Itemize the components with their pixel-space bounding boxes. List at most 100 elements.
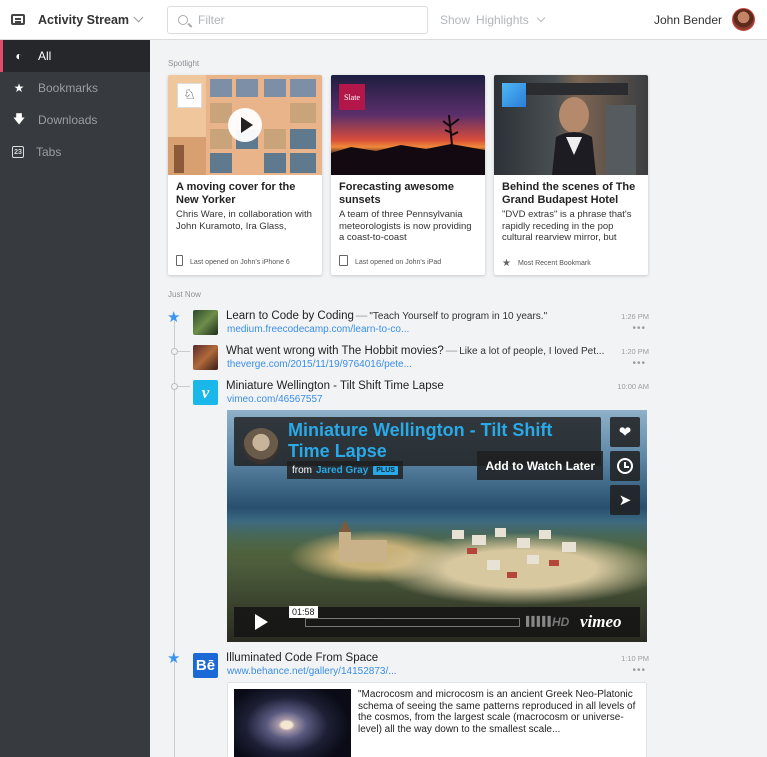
sidebar: Activity Stream ◐ All ★ Bookmarks 🡇 Down… — [0, 0, 150, 757]
stream-item-url[interactable]: vimeo.com/46567557 — [227, 394, 323, 405]
stream-item-url[interactable]: www.behance.net/gallery/14152873/... — [227, 666, 397, 677]
video-player[interactable]: Miniature Wellington - Tilt Shift Time L… — [227, 410, 647, 642]
avatar — [732, 8, 755, 31]
sidebar-item-downloads[interactable]: 🡇 Downloads — [0, 104, 150, 136]
item-title-text: What went wrong with The Hobbit movies? — [226, 345, 444, 357]
vimeo-logo[interactable]: vimeo — [580, 612, 622, 632]
timeline-connector — [178, 351, 190, 352]
item-snippet: Like a lot of people, I loved Pet... — [459, 346, 605, 357]
search-icon — [178, 15, 188, 25]
clock-icon[interactable] — [610, 451, 640, 481]
globe-icon: ◐ — [15, 49, 23, 63]
chevron-down-icon — [133, 12, 144, 23]
card-footer: Last opened on John's iPhone 6 — [176, 255, 314, 269]
phone-icon — [176, 255, 183, 269]
show-filter-dropdown[interactable]: Show Highlights — [440, 13, 545, 27]
video-author-line: from Jared Gray PLUS — [287, 461, 403, 479]
user-menu[interactable]: John Bender — [654, 8, 755, 31]
item-time: 1:20 PM — [621, 347, 649, 356]
play-icon[interactable] — [255, 614, 268, 630]
tablet-icon — [339, 255, 348, 269]
item-time: 1:10 PM — [621, 654, 649, 663]
new-yorker-icon: ♘ — [177, 83, 202, 108]
star-icon: ★ — [13, 81, 25, 95]
author-avatar[interactable] — [243, 428, 279, 464]
menu-icon — [11, 14, 25, 25]
star-icon: ★ — [502, 258, 511, 269]
stream-item-url[interactable]: theverge.com/2015/11/19/9764016/pete... — [227, 359, 412, 370]
stream-item-title[interactable]: What went wrong with The Hobbit movies? —… — [226, 345, 604, 357]
item-time: 10:00 AM — [617, 382, 649, 391]
card-title: A moving cover for the New Yorker — [176, 181, 296, 206]
plus-badge: PLUS — [373, 465, 398, 475]
spotlight-card[interactable]: Slate Forecasting awesome sunsets A team… — [331, 75, 485, 275]
sidebar-item-label: Downloads — [38, 113, 98, 127]
site-favicon — [193, 345, 218, 370]
card-footer-text: Most Recent Bookmark — [517, 260, 591, 267]
card-image: ♘ — [168, 75, 322, 175]
sidebar-item-bookmarks[interactable]: ★ Bookmarks — [0, 72, 150, 104]
video-progress-bar[interactable]: 01:58 — [289, 606, 520, 627]
sidebar-item-all[interactable]: ◐ All — [0, 40, 150, 72]
volume-icon[interactable]: ▌▌▌▌▌ — [526, 616, 554, 626]
show-value: Highlights — [476, 13, 529, 27]
video-controls: 01:58 ▌▌▌▌▌ HD vimeo — [234, 606, 640, 637]
show-label: Show — [440, 13, 471, 27]
sidebar-item-label: All — [38, 49, 52, 63]
card-footer: ★ Most Recent Bookmark — [502, 258, 640, 269]
more-options-icon[interactable]: ••• — [632, 323, 646, 334]
sidebar-item-tabs[interactable]: 23 Tabs — [0, 136, 150, 168]
stream-item-title[interactable]: Learn to Code by Coding — "Teach Yourself … — [226, 310, 547, 322]
sidebar-item-label: Tabs — [36, 145, 62, 159]
more-options-icon[interactable]: ••• — [632, 358, 646, 369]
main-content: Spotlight ♘ A moving cover for the New Y… — [150, 40, 767, 757]
stream-item-title[interactable]: Illuminated Code From Space — [226, 652, 378, 664]
card-image: Slate — [331, 75, 485, 175]
card-footer-text: Last opened on John's iPad — [355, 258, 442, 266]
top-bar: Show Highlights John Bender — [150, 0, 767, 40]
spotlight-card[interactable]: ♘ A moving cover for the New Yorker Chri… — [168, 75, 322, 275]
blue-square-icon — [502, 83, 526, 107]
search-box[interactable] — [167, 6, 428, 34]
card-title: Behind the scenes of The Grand Budapest … — [502, 181, 636, 206]
item-snippet: "Teach Yourself to program in 10 years." — [369, 311, 548, 322]
like-heart-icon[interactable]: ❤ — [610, 417, 640, 447]
video-time: 01:58 — [289, 606, 318, 618]
vimeo-icon: v — [193, 380, 218, 405]
title-separator: — — [445, 345, 458, 357]
app-header[interactable]: Activity Stream — [0, 0, 150, 40]
quote-text: "Macrocosm and microcosm is an ancient G… — [358, 689, 636, 735]
galaxy-image — [234, 689, 351, 757]
search-input[interactable] — [198, 13, 398, 27]
card-title: Forecasting awesome sunsets — [339, 181, 454, 206]
sidebar-item-label: Bookmarks — [38, 81, 99, 95]
play-icon[interactable] — [228, 108, 262, 142]
video-author-link[interactable]: Jared Gray — [316, 465, 368, 476]
timeline-dot — [171, 383, 178, 390]
spotlight-card[interactable]: Behind the scenes of The Grand Budapest … — [494, 75, 648, 275]
timeline-connector — [178, 386, 190, 387]
bookmark-star-icon[interactable]: ★ — [167, 310, 180, 325]
site-favicon — [193, 310, 218, 335]
app-title: Activity Stream — [38, 12, 130, 27]
hd-button[interactable]: HD — [552, 615, 569, 629]
timeline-dot — [171, 348, 178, 355]
watch-later-tooltip: Add to Watch Later — [477, 451, 603, 480]
item-time: 1:26 PM — [621, 312, 649, 321]
tabs-icon: 23 — [12, 146, 24, 158]
slate-badge: Slate — [339, 84, 365, 110]
card-footer: Last opened on John's iPad — [339, 255, 477, 269]
from-label: from — [292, 464, 312, 476]
behance-icon: Bē — [193, 653, 218, 678]
user-name: John Bender — [653, 12, 722, 27]
download-icon: 🡇 — [12, 111, 26, 126]
bookmark-star-icon[interactable]: ★ — [167, 651, 180, 666]
more-options-icon[interactable]: ••• — [632, 665, 646, 676]
quote-card[interactable]: "Macrocosm and microcosm is an ancient G… — [227, 682, 647, 757]
stream-item-url[interactable]: medium.freecodecamp.com/learn-to-co... — [227, 324, 409, 335]
just-now-label: Just Now — [168, 290, 201, 299]
stream-item-title[interactable]: Miniature Wellington - Tilt Shift Time L… — [226, 380, 444, 392]
card-description: Chris Ware, in collaboration with John K… — [176, 209, 312, 232]
title-separator: — — [355, 310, 368, 322]
share-icon[interactable]: ➤ — [610, 485, 640, 515]
